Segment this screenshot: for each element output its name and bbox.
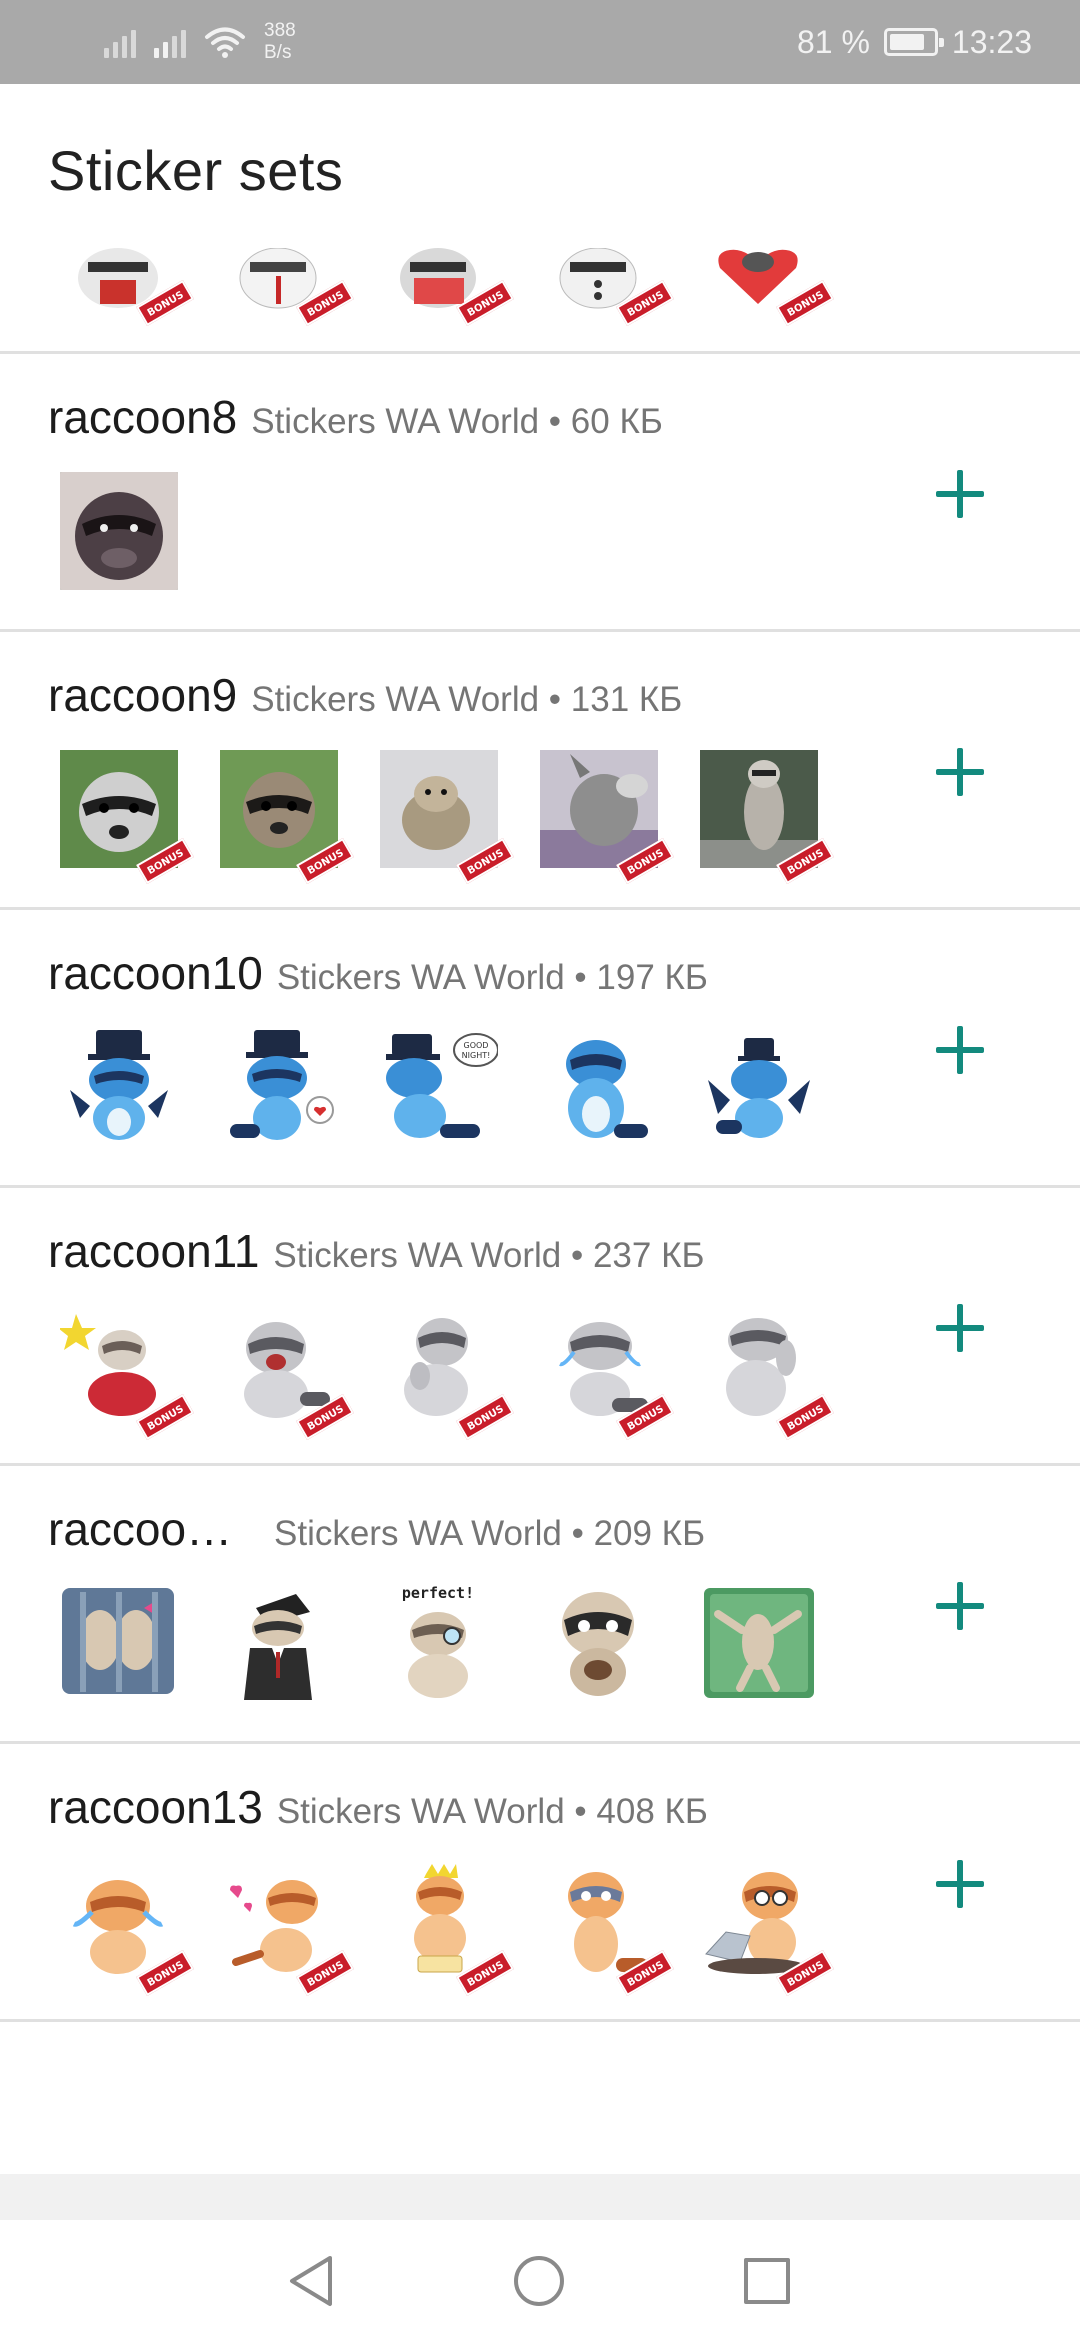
- svg-text:GOOD: GOOD: [464, 1041, 489, 1050]
- sticker-set-name: raccoon10: [48, 947, 263, 999]
- sticker-thumbnail: BONUS: [60, 750, 194, 885]
- sticker-thumbnail: [700, 1028, 818, 1146]
- sticker-thumbnail: BONUS: [700, 248, 834, 327]
- sticker-set-row[interactable]: raccoon13 Stickers WA World • 408 КБ BON…: [0, 1744, 1080, 2022]
- sticker-thumbnail: BONUS: [700, 1862, 834, 1997]
- network-speed: 388 B/s: [264, 20, 296, 63]
- add-sticker-set-button[interactable]: [930, 1020, 990, 1080]
- sticker-thumbnail: BONUS: [540, 1862, 674, 1997]
- sticker-thumbnail: BONUS: [58, 1306, 194, 1441]
- sticker-thumbnail: BONUS: [380, 1306, 514, 1441]
- battery-icon: [883, 28, 944, 56]
- sticker-thumbnail: [220, 1584, 338, 1702]
- sticker-thumbnail: BONUS: [540, 750, 674, 885]
- status-bar: 388 B/s 81 % 13:23: [0, 0, 1080, 84]
- page-title: Sticker sets: [48, 139, 344, 202]
- sticker-thumbnail: BONUS: [540, 248, 674, 327]
- sticker-set-meta: Stickers WA World • 408 КБ: [276, 1792, 708, 1831]
- sticker-set-meta: Stickers WA World • 131 КБ: [251, 680, 683, 719]
- sticker-thumbnail: [220, 1028, 338, 1146]
- sticker-thumbnail: BONUS: [380, 1862, 514, 1997]
- sticker-thumbnail: BONUS: [60, 248, 194, 327]
- sticker-thumbnail: BONUS: [380, 750, 514, 885]
- home-icon[interactable]: [514, 2256, 564, 2306]
- back-icon[interactable]: [286, 2254, 336, 2308]
- sticker-thumbnail: [540, 1028, 658, 1146]
- svg-text:perfect!: perfect!: [402, 1584, 474, 1602]
- sticker-set-row[interactable]: raccoon10 Stickers WA World • 197 КБ GOO…: [0, 910, 1080, 1188]
- sticker-thumbnail: BONUS: [220, 1306, 354, 1441]
- sticker-thumbnail: BONUS: [700, 1306, 834, 1441]
- add-sticker-set-button[interactable]: [930, 464, 990, 524]
- sticker-set-name: raccoon11: [48, 1225, 260, 1277]
- sticker-thumbnail: BONUS: [220, 248, 354, 327]
- battery-percent: 81 %: [796, 23, 870, 60]
- clock: 13:23: [951, 23, 1032, 60]
- add-sticker-set-button[interactable]: [930, 1854, 990, 1914]
- sticker-set-name: raccoon8: [48, 391, 238, 443]
- sticker-set-meta: Stickers WA World • 237 КБ: [273, 1236, 705, 1275]
- sticker-thumbnail: [60, 1028, 178, 1146]
- sticker-set-name: raccoo…: [48, 1503, 233, 1555]
- sticker-thumbnail: GOOD NIGHT!: [380, 1028, 499, 1146]
- system-navigation-bar: [0, 2220, 1080, 2340]
- sticker-set-list[interactable]: BONUS BONUS BONUS BONUS BONUS raccoon8 S…: [0, 248, 1080, 2022]
- sticker-thumbnail: BONUS: [220, 1862, 354, 1997]
- sticker-set-meta: Stickers WA World • 197 КБ: [276, 958, 708, 997]
- sticker-set-row[interactable]: raccoon9 Stickers WA World • 131 КБ BONU…: [0, 632, 1080, 910]
- sticker-set-row[interactable]: raccoon11 Stickers WA World • 237 КБ BON…: [0, 1188, 1080, 1466]
- add-sticker-set-button[interactable]: [930, 742, 990, 802]
- add-sticker-set-button[interactable]: [930, 1298, 990, 1358]
- sticker-set-row[interactable]: raccoon8 Stickers WA World • 60 КБ: [0, 354, 1080, 632]
- sticker-thumbnail: [60, 472, 178, 590]
- sticker-thumbnail: [60, 1584, 178, 1702]
- wifi-icon: [205, 27, 245, 58]
- sticker-set-meta: Stickers WA World • 60 КБ: [251, 402, 663, 441]
- sticker-thumbnail: BONUS: [220, 750, 354, 885]
- recent-apps-icon[interactable]: [744, 2258, 790, 2304]
- sticker-thumbnail: perfect!: [380, 1584, 498, 1702]
- sticker-thumbnail: BONUS: [540, 1306, 674, 1441]
- signal-icon: [104, 26, 136, 58]
- sticker-thumbnail: BONUS: [700, 750, 834, 885]
- sticker-thumbnail: [700, 1584, 818, 1702]
- sticker-set-row[interactable]: raccoo… Stickers WA World • 209 КБ perfe…: [0, 1466, 1080, 1744]
- sticker-thumbnail: BONUS: [60, 1862, 194, 1997]
- sticker-thumbnail: [540, 1584, 658, 1702]
- sticker-set-name: raccoon9: [48, 669, 238, 721]
- sticker-set-row-partial[interactable]: BONUS BONUS BONUS BONUS BONUS: [0, 248, 1080, 354]
- sticker-thumbnail: BONUS: [380, 248, 514, 327]
- bottom-spacer: [0, 2174, 1080, 2220]
- svg-text:NIGHT!: NIGHT!: [462, 1051, 491, 1060]
- add-sticker-set-button[interactable]: [930, 1576, 990, 1636]
- sticker-set-meta: Stickers WA World • 209 КБ: [274, 1514, 706, 1553]
- sticker-set-name: raccoon13: [48, 1781, 263, 1833]
- signal-icon: [154, 26, 186, 58]
